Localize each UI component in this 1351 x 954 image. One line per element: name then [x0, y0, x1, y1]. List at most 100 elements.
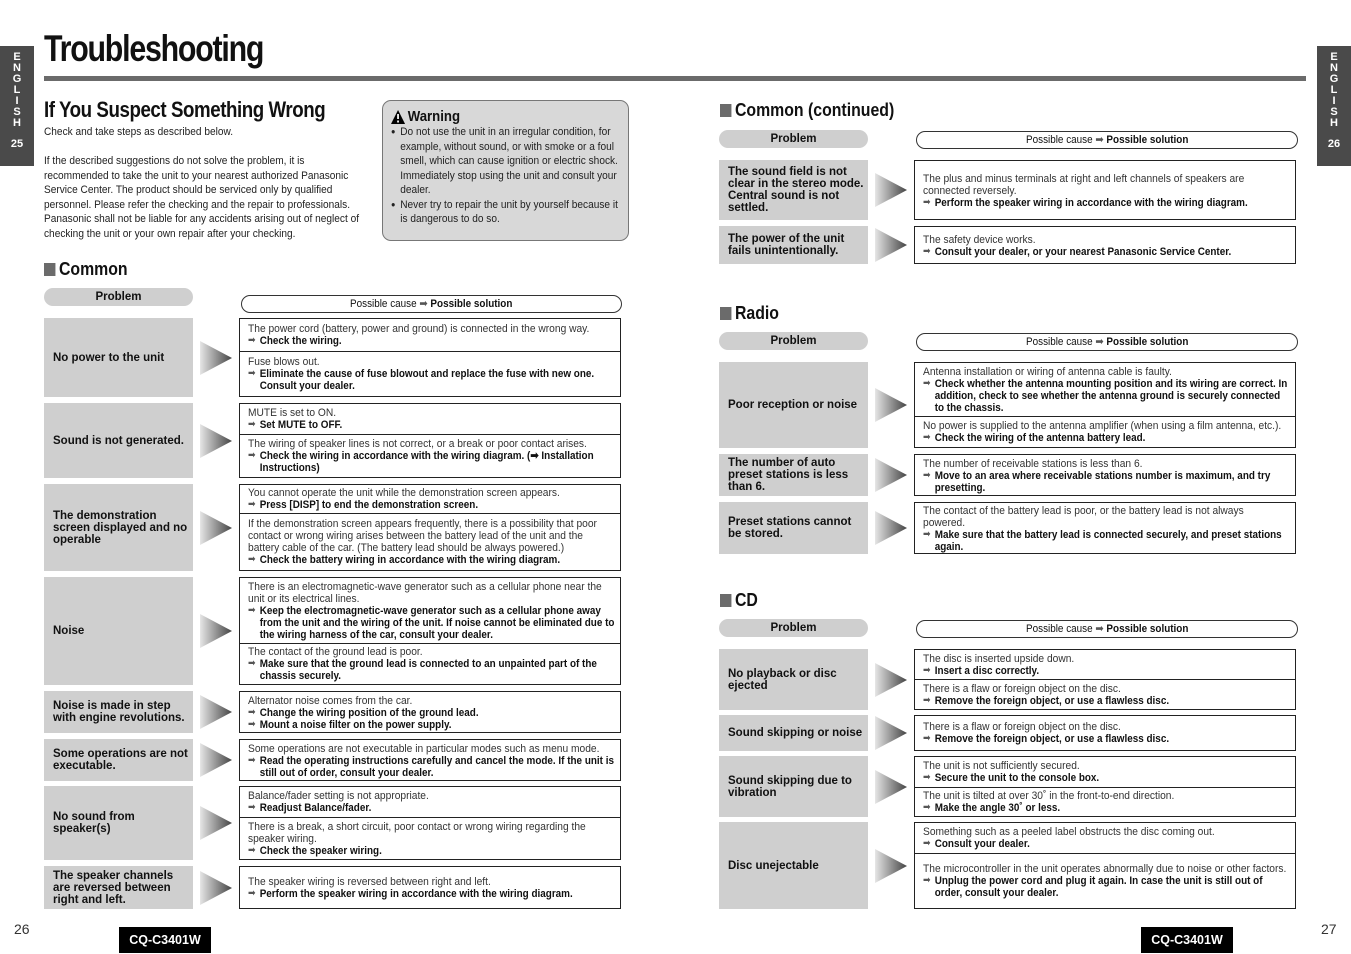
solution-text: Check the wiring in accordance with the … [248, 450, 615, 474]
cause-text: The microcontroller in the unit operates… [923, 863, 1287, 875]
problem-cell: Disc unejectable [719, 822, 868, 909]
header-text: Possible cause ➡ Possible solution [1026, 132, 1188, 148]
solution-box: You cannot operate the unit while the de… [239, 484, 621, 571]
language-tab-number: 25 [10, 138, 24, 150]
language-tab-letters: E N G L I S H [12, 51, 22, 129]
solution-entry: There is a flaw or foreign object on the… [915, 679, 1295, 709]
arrow-icon: ➡ [1095, 623, 1104, 635]
cause-text: The wiring of speaker lines is not corre… [248, 438, 587, 450]
problem-cell: Noise [44, 577, 193, 685]
solution-text: Check the speaker wiring. [248, 845, 615, 857]
problem-text: No playback or disc ejected [728, 667, 837, 692]
intro-line: Check and take steps as described below. [44, 126, 234, 138]
solution-entry: There is an electromagnetic-wave generat… [240, 578, 620, 643]
problem-cell: Noise is made in step with engine revolu… [44, 691, 193, 733]
solution-box: There is an electromagnetic-wave generat… [239, 577, 621, 685]
header-solution-label: Possible solution [1106, 134, 1189, 146]
problem-cell: The demonstration screen displayed and n… [44, 484, 193, 571]
arrow-right-icon [200, 510, 232, 545]
cause-text: If the demonstration screen appears freq… [248, 518, 597, 554]
arrow-right-icon [200, 340, 232, 375]
problem-text: No sound from speaker(s) [53, 811, 135, 835]
solution-text: Make sure that the ground lead is connec… [248, 658, 615, 682]
page-title: Troubleshooting [44, 28, 264, 69]
solution-entry: MUTE is set to ON.Set MUTE to OFF. [240, 404, 620, 434]
solution-text: Readjust Balance/fader. [248, 802, 615, 814]
solution-text: Unplug the power cord and plug it again.… [923, 875, 1290, 899]
problem-text: Sound skipping due to vibration [728, 774, 852, 799]
solution-text: Check the battery wiring in accordance w… [248, 554, 615, 566]
solution-text: Check the wiring. [248, 335, 615, 347]
header-solution-label: Possible solution [430, 298, 513, 310]
header-cause-label: Possible cause [350, 298, 417, 310]
cause-text: The unit is tilted at over 30˚ in the fr… [923, 790, 1175, 802]
solution-box: There is a flaw or foreign object on the… [914, 715, 1296, 751]
solution-entry: The speaker wiring is reversed between r… [240, 867, 620, 909]
problem-cell: Poor reception or noise [719, 362, 868, 448]
section-title-common: Common [44, 259, 128, 280]
section-square-icon [720, 594, 732, 607]
cause-text: The unit is not sufficiently secured. [923, 760, 1080, 772]
warning-item: Do not use the unit in an irregular cond… [391, 125, 621, 198]
arrow-right-icon [875, 848, 907, 883]
cause-text: There is a break, a short circuit, poor … [248, 820, 586, 845]
arrow-right-icon [200, 806, 232, 840]
problem-cell: No power to the unit [44, 318, 193, 397]
problem-text: No power to the unit [53, 351, 165, 364]
solution-entry: There is a flaw or foreign object on the… [915, 716, 1295, 749]
solution-text: Make sure that the battery lead is conne… [923, 529, 1290, 553]
solution-entry: There is a break, a short circuit, poor … [240, 817, 620, 859]
cause-text: Something such as a peeled label obstruc… [923, 826, 1215, 838]
solution-text: Consult your dealer. [923, 838, 1290, 850]
arrow-right-icon [875, 173, 907, 207]
solution-entry: The plus and minus terminals at right an… [915, 161, 1295, 220]
problem-text: The power of the unit fails unintentiona… [728, 233, 845, 257]
cause-text: Balance/fader setting is not appropriate… [248, 790, 429, 802]
problem-column-header: Problem [719, 619, 868, 637]
solution-text: Mount a noise filter on the power supply… [248, 719, 615, 731]
solution-box: Antenna installation or wiring of antenn… [914, 362, 1296, 448]
problem-text: Some operations are not executable. [53, 748, 188, 772]
solution-box: Alternator noise comes from the car.Chan… [239, 691, 621, 733]
model-badge-left: CQ-C3401W [119, 927, 211, 953]
solution-text: Change the wiring position of the ground… [248, 707, 615, 719]
problem-text: The sound field is not clear in the ster… [728, 166, 864, 214]
cause-text: The safety device works. [923, 233, 1036, 246]
problem-column-header: Problem [719, 130, 868, 148]
section-title-cd: CD [720, 590, 758, 611]
solution-entry: The number of receivable stations is les… [915, 455, 1295, 496]
section-title-radio: Radio [720, 303, 779, 324]
arrow-right-icon [875, 716, 907, 750]
solution-entry: Alternator noise comes from the car.Chan… [240, 692, 620, 733]
solution-entry: The safety device works.Consult your dea… [915, 227, 1295, 264]
arrow-right-icon [875, 511, 907, 545]
solution-entry: Fuse blows out.Eliminate the cause of fu… [240, 351, 620, 396]
cause-text: There is an electromagnetic-wave generat… [248, 580, 602, 605]
cause-text: Antenna installation or wiring of antenn… [923, 365, 1172, 378]
solution-box: The speaker wiring is reversed between r… [239, 866, 621, 909]
solution-entry: If the demonstration screen appears freq… [240, 513, 620, 570]
warning-item: Never try to repair the unit by yourself… [391, 198, 621, 227]
solution-text: Check the wiring of the antenna battery … [923, 432, 1290, 444]
problem-text: Poor reception or noise [728, 399, 858, 411]
problem-cell: Sound is not generated. [44, 403, 193, 478]
header-solution-label: Possible solution [1106, 336, 1189, 348]
page-number-left: 26 [14, 921, 30, 937]
solution-entry: No power is supplied to the antenna ampl… [915, 416, 1295, 447]
cause-text: The speaker wiring is reversed between r… [248, 876, 491, 888]
solution-entry: Some operations are not executable in pa… [240, 740, 620, 781]
cause-text: The contact of the battery lead is poor,… [923, 504, 1244, 529]
arrow-icon: ➡ [1095, 134, 1104, 146]
solution-text: Check whether the antenna mounting posit… [923, 378, 1290, 414]
arrow-right-icon [875, 769, 907, 804]
solution-entry: The unit is not sufficiently secured.Sec… [915, 757, 1295, 787]
section-square-icon [720, 104, 732, 117]
solution-entry: Balance/fader setting is not appropriate… [240, 787, 620, 817]
problem-column-header: Problem [719, 332, 868, 350]
problem-text: Sound is not generated. [53, 434, 184, 447]
model-badge-right: CQ-C3401W [1141, 927, 1233, 953]
solution-entry: Antenna installation or wiring of antenn… [915, 363, 1295, 416]
cause-text: No power is supplied to the antenna ampl… [923, 420, 1282, 432]
solution-entry: You cannot operate the unit while the de… [240, 485, 620, 513]
cause-text: The contact of the ground lead is poor. [248, 646, 423, 658]
